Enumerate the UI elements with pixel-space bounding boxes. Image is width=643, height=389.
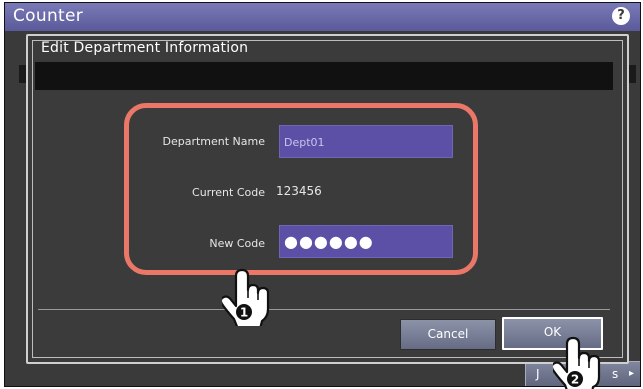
step-1-number: 1 — [240, 306, 248, 320]
step-2-number: 2 — [571, 373, 579, 387]
message-bar — [35, 62, 613, 90]
background-button-label-tail: s — [612, 367, 619, 381]
chevron-right-icon: ▸ — [628, 368, 634, 379]
app-title: Counter — [13, 6, 84, 26]
background-button-label: J — [536, 367, 540, 381]
cancel-button[interactable]: Cancel — [400, 319, 496, 350]
pointer-hand-icon-step-1: 1 — [222, 268, 270, 326]
help-icon[interactable]: ? — [612, 7, 630, 25]
dialog-title: Edit Department Information — [41, 40, 249, 56]
pointer-hand-icon-step-2: 2 — [553, 336, 601, 389]
highlight-annotation — [124, 103, 478, 275]
app-header: Counter ? — [5, 3, 640, 31]
dialog-divider — [38, 309, 610, 310]
